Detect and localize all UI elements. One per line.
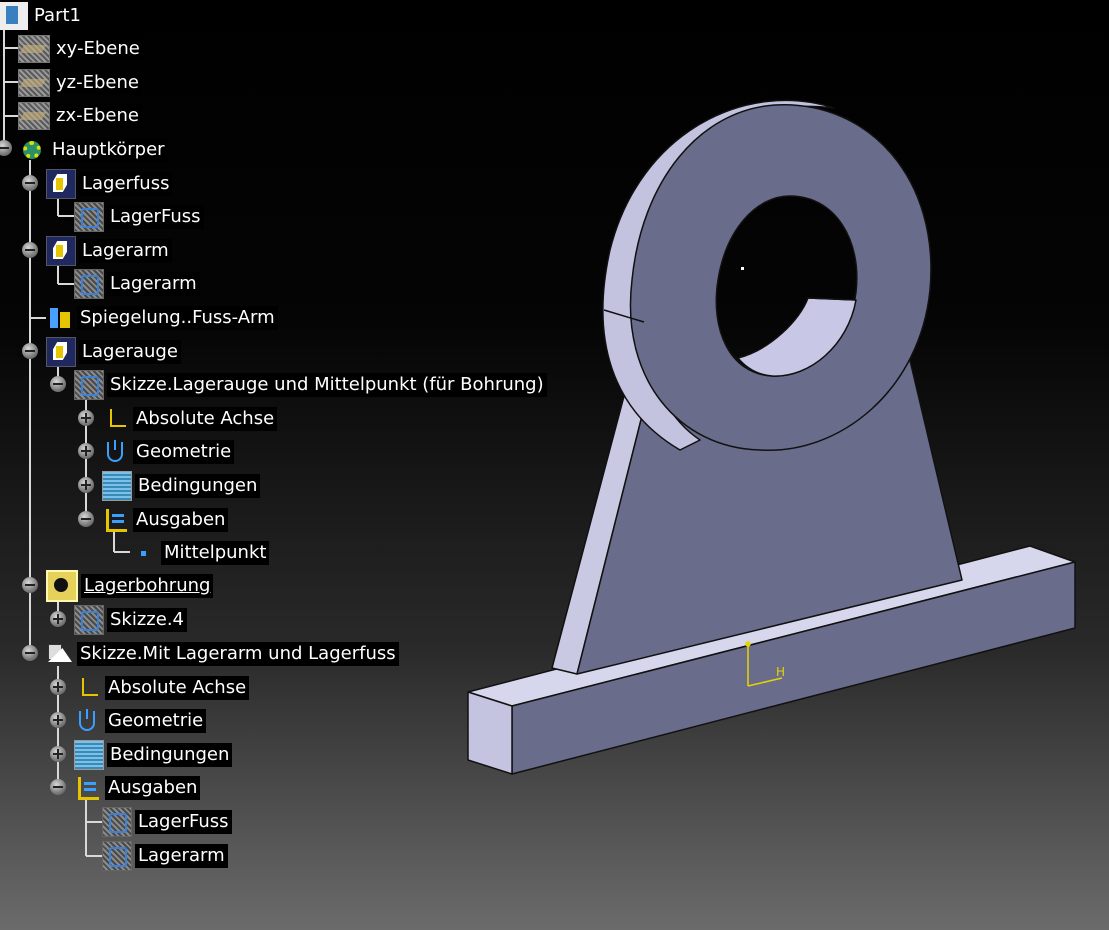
expand-toggle[interactable]	[50, 679, 66, 695]
tree-item-outputs[interactable]: Ausgaben	[102, 505, 229, 535]
tree-item-geometry[interactable]: Geometrie	[102, 437, 235, 467]
axis-icon	[74, 674, 102, 702]
tree-item-midpoint[interactable]: Mittelpunkt	[130, 538, 270, 568]
plane-icon	[18, 69, 50, 97]
tree-item-label: Spiegelung..Fuss-Arm	[77, 306, 278, 330]
collapse-toggle[interactable]	[78, 511, 94, 527]
tree-item-lagerbohrung[interactable]: Lagerbohrung	[46, 570, 214, 602]
tree-item-constraints-2[interactable]: Bedingungen	[74, 740, 233, 770]
tree-item-output-lagerfuss[interactable]: LagerFuss	[102, 807, 232, 837]
tree-item-label: Lagerfuss	[79, 172, 173, 196]
geometry-icon	[102, 438, 130, 466]
tree-item-label: LagerFuss	[107, 205, 204, 229]
body-icon	[18, 136, 46, 164]
tree-item-yz-plane[interactable]: yz-Ebene	[18, 68, 142, 98]
expand-toggle[interactable]	[78, 477, 94, 493]
collapse-toggle[interactable]	[22, 175, 38, 191]
tree-item-label: xy-Ebene	[53, 37, 143, 61]
tree-item-label: Lagerbohrung	[81, 574, 214, 598]
pad-icon	[46, 236, 76, 266]
tree-item-lagerauge-pad[interactable]: Lagerauge	[46, 337, 181, 367]
collapse-toggle[interactable]	[22, 645, 38, 661]
bearing-part-model[interactable]	[467, 99, 1076, 775]
tree-item-geometry-2[interactable]: Geometrie	[74, 706, 207, 736]
tree-item-label: Lagerarm	[107, 272, 200, 296]
sketch-plane-icon	[46, 640, 74, 668]
tree-item-label: Skizze.Mit Lagerarm und Lagerfuss	[77, 642, 399, 666]
tree-item-label: Skizze.4	[107, 608, 187, 632]
tree-item-label: LagerFuss	[135, 810, 232, 834]
collapse-toggle[interactable]	[50, 779, 66, 795]
pad-icon	[46, 169, 76, 199]
tree-item-lagerfuss-pad[interactable]: Lagerfuss	[46, 169, 173, 199]
tree-item-label: Bedingungen	[135, 474, 261, 498]
collapse-toggle[interactable]	[22, 343, 38, 359]
tree-item-xy-plane[interactable]: xy-Ebene	[18, 34, 143, 64]
tree-item-lagerarm-pad[interactable]: Lagerarm	[46, 236, 172, 266]
tree-item-absolute-axis[interactable]: Absolute Achse	[102, 404, 278, 434]
tree-item-label: Part1	[31, 4, 84, 28]
tree-item-label: Absolute Achse	[133, 407, 278, 431]
tree-item-label: Geometrie	[133, 440, 235, 464]
tree-item-label: Geometrie	[105, 709, 207, 733]
plane-icon	[18, 35, 50, 63]
part-icon	[0, 2, 28, 30]
tree-item-lagerarm-sketch[interactable]: Lagerarm	[74, 269, 200, 299]
expand-toggle[interactable]	[78, 410, 94, 426]
collapse-toggle[interactable]	[22, 242, 38, 258]
tree-item-label: Bedingungen	[107, 743, 233, 767]
tree-item-label: yz-Ebene	[53, 71, 142, 95]
constraints-icon	[102, 471, 132, 501]
sketch-icon	[74, 605, 104, 635]
tree-item-sketch4[interactable]: Skizze.4	[74, 605, 187, 635]
output-icon	[74, 774, 102, 802]
tree-item-label: Lagerarm	[79, 239, 172, 263]
constraints-icon	[74, 740, 104, 770]
tree-item-mirror[interactable]: Spiegelung..Fuss-Arm	[46, 303, 278, 333]
tree-item-sketch-arm-foot[interactable]: Skizze.Mit Lagerarm und Lagerfuss	[46, 639, 399, 669]
sketch-icon	[74, 269, 104, 299]
pad-icon	[46, 337, 76, 367]
3d-viewport[interactable]: H	[440, 60, 1100, 790]
tree-item-part1[interactable]: Part1	[0, 1, 84, 31]
sketch-icon	[102, 841, 132, 871]
tree-item-zx-plane[interactable]: zx-Ebene	[18, 101, 142, 131]
tree-item-label: Ausgaben	[105, 776, 201, 800]
tree-item-absolute-axis-2[interactable]: Absolute Achse	[74, 673, 250, 703]
pocket-icon	[46, 570, 78, 602]
tree-item-label: Absolute Achse	[105, 676, 250, 700]
tree-item-constraints[interactable]: Bedingungen	[102, 471, 261, 501]
plane-icon	[18, 102, 50, 130]
tree-item-main-body[interactable]: Hauptkörper	[18, 135, 168, 165]
tree-item-label: Lagerarm	[135, 844, 228, 868]
axis-icon	[102, 405, 130, 433]
sketch-icon	[102, 807, 132, 837]
mirror-icon	[46, 304, 74, 332]
geometry-icon	[74, 707, 102, 735]
collapse-toggle[interactable]	[50, 376, 66, 392]
tree-item-label: Lagerauge	[79, 340, 181, 364]
base-end-face	[467, 691, 513, 775]
expand-toggle[interactable]	[50, 746, 66, 762]
expand-toggle[interactable]	[78, 443, 94, 459]
tree-item-label: zx-Ebene	[53, 104, 142, 128]
tree-item-label: Mittelpunkt	[161, 541, 270, 565]
tree-item-label: Hauptkörper	[49, 138, 168, 162]
tree-item-outputs-2[interactable]: Ausgaben	[74, 773, 201, 803]
tree-item-label: Ausgaben	[133, 508, 229, 532]
tree-item-lagerfuss-sketch[interactable]: LagerFuss	[74, 202, 204, 232]
collapse-toggle[interactable]	[22, 577, 38, 593]
tree-item-output-lagerarm[interactable]: Lagerarm	[102, 841, 228, 871]
expand-toggle[interactable]	[50, 611, 66, 627]
output-icon	[102, 506, 130, 534]
sketch-icon	[74, 370, 104, 400]
point-icon	[130, 539, 158, 567]
sketch-icon	[74, 202, 104, 232]
expand-toggle[interactable]	[50, 712, 66, 728]
axis-label: H	[776, 665, 785, 679]
